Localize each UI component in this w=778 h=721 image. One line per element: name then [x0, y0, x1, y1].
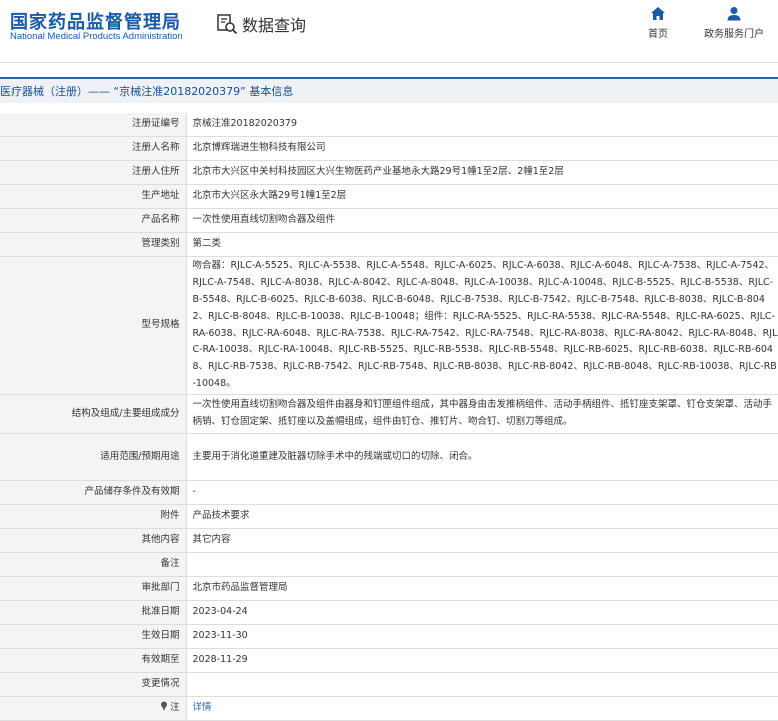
- table-row: 注册证编号 京械注准20182020379: [0, 113, 778, 137]
- row-label: 其他内容: [0, 528, 187, 553]
- table-row: 审批部门 北京市药品监督管理局: [0, 576, 778, 601]
- row-label: 注册人名称: [0, 136, 187, 161]
- row-value: [186, 552, 778, 577]
- row-value: 详情: [186, 696, 778, 721]
- row-value: 北京博辉瑞进生物科技有限公司: [186, 136, 778, 161]
- row-value: -: [186, 480, 778, 505]
- table-row: 注册人名称 北京博辉瑞进生物科技有限公司: [0, 136, 778, 161]
- data-query-icon: [217, 14, 238, 35]
- row-label: 注册人住所: [0, 160, 187, 185]
- breadcrumb-text: 医疗器械（注册）—— “京械注准20182020379” 基本信息: [0, 85, 294, 98]
- row-label: 产品储存条件及有效期: [0, 480, 187, 505]
- table-row: 适用范围/预期用途 主要用于消化道重建及脏器切除手术中的残端或切口的切除、闭合。: [0, 433, 778, 481]
- table-row: 注 详情: [0, 696, 778, 721]
- row-label: 管理类别: [0, 232, 187, 257]
- table-row: 其他内容 其它内容: [0, 528, 778, 553]
- row-value: 2028-11-29: [186, 648, 778, 673]
- site-logo-en[interactable]: National Medical Products Administration: [10, 31, 183, 42]
- row-value: 北京市大兴区中关村科技园区大兴生物医药产业基地永大路29号1幢1至2层、2幢1至…: [186, 160, 778, 185]
- table-row: 有效期至 2028-11-29: [0, 648, 778, 673]
- row-label: 变更情况: [0, 672, 187, 697]
- row-label: 附件: [0, 504, 187, 529]
- row-value: 第二类: [186, 232, 778, 257]
- table-row: 产品名称 一次性使用直线切割吻合器及组件: [0, 208, 778, 233]
- data-query-title: 数据查询: [216, 12, 306, 36]
- row-label: 备注: [0, 552, 187, 577]
- row-value: 北京市大兴区永大路29号1幢1至2层: [186, 184, 778, 209]
- site-header: 国家药品监督管理局 National Medical Products Admi…: [0, 0, 778, 62]
- table-row: 管理类别 第二类: [0, 232, 778, 257]
- table-row: 生产地址 北京市大兴区永大路29号1幢1至2层: [0, 184, 778, 209]
- row-label: 审批部门: [0, 576, 187, 601]
- table-row: 型号规格 吻合器：RJLC-A-5525、RJLC-A-5538、RJLC-A-…: [0, 256, 778, 395]
- row-label: 生产地址: [0, 184, 187, 209]
- pin-icon: [160, 701, 167, 712]
- table-row: 生效日期 2023-11-30: [0, 624, 778, 649]
- row-label: 生效日期: [0, 624, 187, 649]
- header-divider: [0, 62, 778, 63]
- row-label: 注册证编号: [0, 113, 187, 137]
- row-value: [186, 672, 778, 697]
- row-value: 一次性使用直线切割吻合器及组件由器身和钉匣组件组成，其中器身由击发推柄组件、活动…: [186, 394, 778, 434]
- nav-home-label: 首页: [648, 29, 668, 40]
- row-label-text: 注: [169, 702, 180, 714]
- row-value: 2023-04-24: [186, 600, 778, 625]
- row-label: 型号规格: [0, 256, 187, 395]
- data-query-label: 数据查询: [242, 16, 307, 35]
- nav-gov-portal[interactable]: 政务服务门户: [704, 6, 764, 40]
- table-row: 附件 产品技术要求: [0, 504, 778, 529]
- row-value: 主要用于消化道重建及脏器切除手术中的残端或切口的切除、闭合。: [186, 433, 778, 481]
- row-label: 结构及组成/主要组成成分: [0, 394, 187, 434]
- row-value: 吻合器：RJLC-A-5525、RJLC-A-5538、RJLC-A-5548、…: [186, 256, 778, 395]
- table-row: 产品储存条件及有效期 -: [0, 480, 778, 505]
- user-icon: [727, 7, 741, 21]
- table-row: 批准日期 2023-04-24: [0, 600, 778, 625]
- nav-home[interactable]: 首页: [648, 6, 668, 40]
- nav-gov-label: 政务服务门户: [704, 29, 764, 40]
- row-label-note: 注: [0, 696, 187, 721]
- row-value: 其它内容: [186, 528, 778, 553]
- row-label: 有效期至: [0, 648, 187, 673]
- row-value: 产品技术要求: [186, 504, 778, 529]
- table-row: 注册人住所 北京市大兴区中关村科技园区大兴生物医药产业基地永大路29号1幢1至2…: [0, 160, 778, 185]
- table-row: 变更情况: [0, 672, 778, 697]
- table-row: 备注: [0, 552, 778, 577]
- row-label: 产品名称: [0, 208, 187, 233]
- row-value: 京械注准20182020379: [186, 113, 778, 137]
- details-link[interactable]: 详情: [193, 702, 212, 713]
- table-row: 结构及组成/主要组成成分 一次性使用直线切割吻合器及组件由器身和钉匣组件组成，其…: [0, 394, 778, 434]
- breadcrumb: 医疗器械（注册）—— “京械注准20182020379” 基本信息: [0, 77, 778, 103]
- row-value: 2023-11-30: [186, 624, 778, 649]
- row-value: 北京市药品监督管理局: [186, 576, 778, 601]
- detail-table: 注册证编号 京械注准20182020379 注册人名称 北京博辉瑞进生物科技有限…: [0, 113, 778, 721]
- row-label: 批准日期: [0, 600, 187, 625]
- home-icon: [651, 7, 665, 20]
- row-label: 适用范围/预期用途: [0, 433, 187, 481]
- row-value: 一次性使用直线切割吻合器及组件: [186, 208, 778, 233]
